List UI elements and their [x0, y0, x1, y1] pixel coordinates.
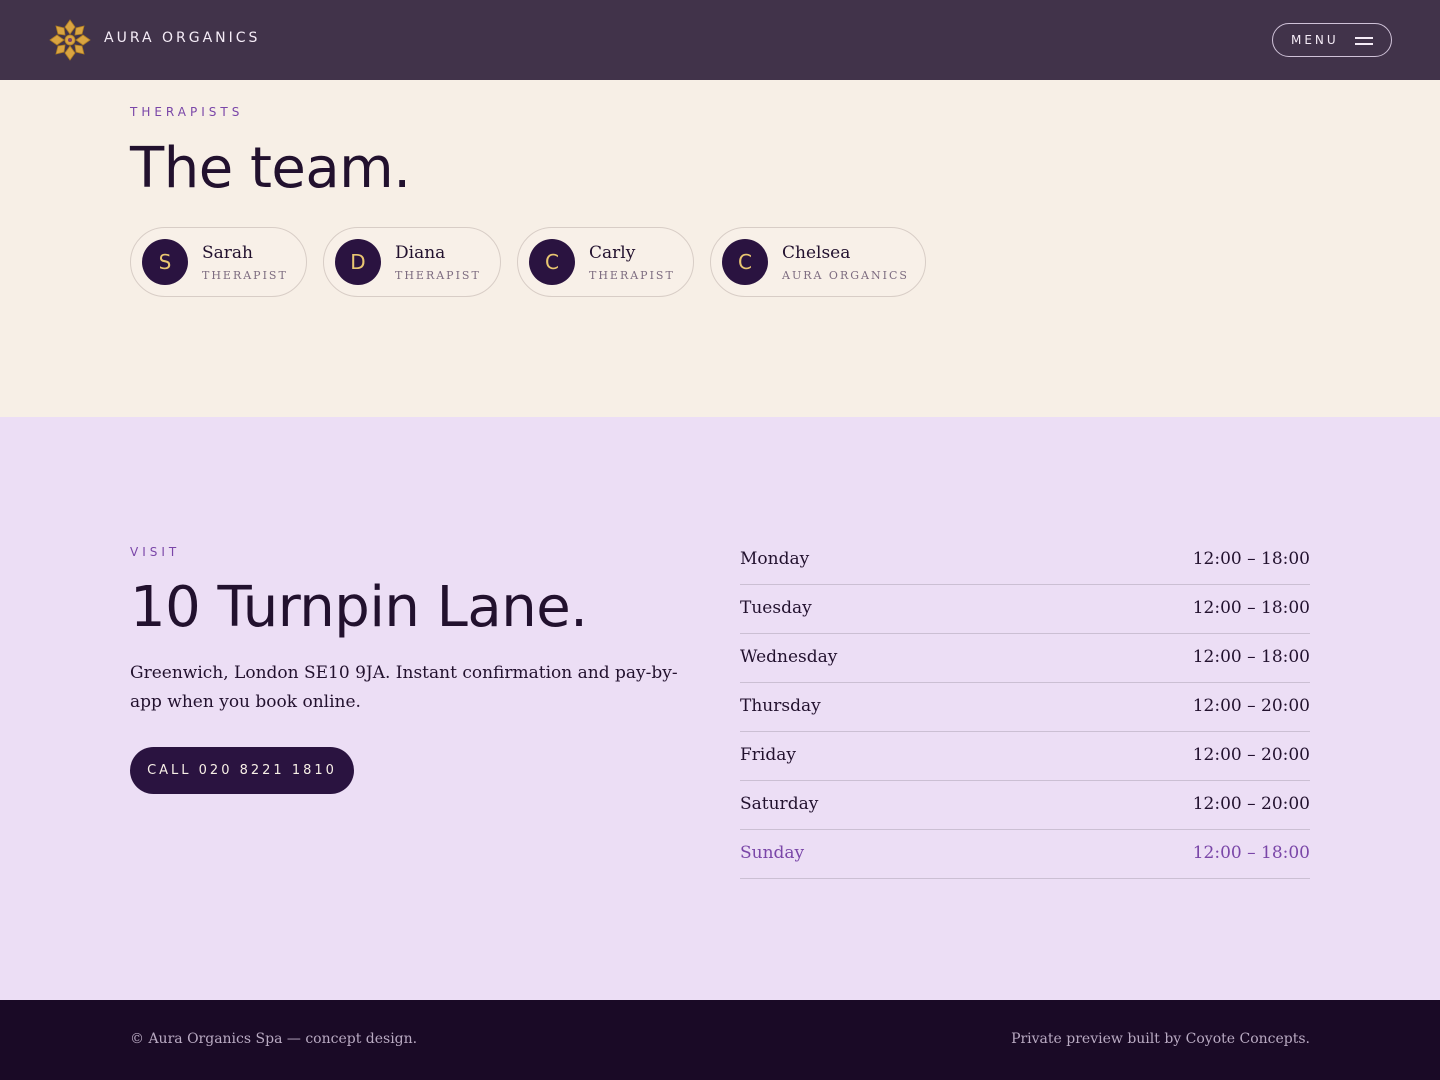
hours-time: 12:00 – 20:00	[1192, 696, 1310, 716]
hours-time: 12:00 – 18:00	[1192, 549, 1310, 569]
credit-text: Private preview built by Coyote Concepts…	[1011, 1031, 1310, 1047]
opening-hours-table: Monday 12:00 – 18:00 Tuesday 12:00 – 18:…	[740, 536, 1310, 879]
section-eyebrow: THERAPISTS	[130, 105, 244, 119]
therapist-name: Diana	[395, 243, 446, 263]
lotus-mandala-icon[interactable]	[48, 18, 92, 62]
therapist-name: Carly	[589, 243, 636, 263]
call-button[interactable]: CALL 020 8221 1810	[130, 747, 354, 794]
hours-time: 12:00 – 20:00	[1192, 745, 1310, 765]
menu-button[interactable]: MENU	[1272, 23, 1392, 57]
team-title: The team.	[130, 136, 411, 201]
brand-name[interactable]: AURA ORGANICS	[104, 30, 260, 46]
hours-day: Sunday	[740, 843, 805, 863]
therapists-section: THERAPISTS The team. S Sarah THERAPIST D…	[0, 80, 1440, 417]
address-description: Greenwich, London SE10 9JA. Instant conf…	[130, 663, 678, 712]
therapist-role: THERAPIST	[589, 269, 675, 282]
hours-time: 12:00 – 18:00	[1192, 598, 1310, 618]
hours-day: Friday	[740, 745, 796, 765]
hours-row-wednesday: Wednesday 12:00 – 18:00	[740, 634, 1310, 683]
hours-row-sunday: Sunday 12:00 – 18:00	[740, 830, 1310, 879]
therapist-card-chelsea[interactable]: C Chelsea AURA ORGANICS	[710, 227, 926, 297]
therapist-name: Chelsea	[782, 243, 851, 263]
therapist-card-sarah[interactable]: S Sarah THERAPIST	[130, 227, 307, 297]
hours-row-monday: Monday 12:00 – 18:00	[740, 536, 1310, 585]
hours-row-saturday: Saturday 12:00 – 20:00	[740, 781, 1310, 830]
site-footer: © Aura Organics Spa — concept design. Pr…	[0, 1000, 1440, 1080]
hours-day: Monday	[740, 549, 810, 569]
hours-row-thursday: Thursday 12:00 – 20:00	[740, 683, 1310, 732]
therapist-role: THERAPIST	[395, 269, 481, 282]
avatar: C	[529, 239, 575, 285]
hours-day: Thursday	[740, 696, 821, 716]
avatar: D	[335, 239, 381, 285]
hours-day: Saturday	[740, 794, 819, 814]
visit-section: VISIT 10 Turnpin Lane. Greenwich, London…	[0, 417, 1440, 1000]
hours-row-friday: Friday 12:00 – 20:00	[740, 732, 1310, 781]
therapist-card-diana[interactable]: D Diana THERAPIST	[323, 227, 501, 297]
hamburger-icon	[1355, 35, 1375, 47]
hours-time: 12:00 – 18:00	[1192, 647, 1310, 667]
avatar: C	[722, 239, 768, 285]
site-header: AURA ORGANICS MENU	[0, 0, 1440, 80]
menu-label: MENU	[1291, 33, 1339, 47]
hours-day: Tuesday	[740, 598, 812, 618]
therapist-role: AURA ORGANICS	[782, 269, 909, 282]
therapist-role: THERAPIST	[202, 269, 288, 282]
copyright-text: © Aura Organics Spa — concept design.	[130, 1031, 418, 1047]
hours-day: Wednesday	[740, 647, 838, 667]
hours-row-tuesday: Tuesday 12:00 – 18:00	[740, 585, 1310, 634]
hours-time: 12:00 – 20:00	[1192, 794, 1310, 814]
hours-time: 12:00 – 18:00	[1192, 843, 1310, 863]
avatar: S	[142, 239, 188, 285]
address-title: 10 Turnpin Lane.	[130, 575, 588, 640]
section-eyebrow: VISIT	[130, 545, 181, 559]
therapist-name: Sarah	[202, 243, 253, 263]
therapist-card-carly[interactable]: C Carly THERAPIST	[517, 227, 694, 297]
